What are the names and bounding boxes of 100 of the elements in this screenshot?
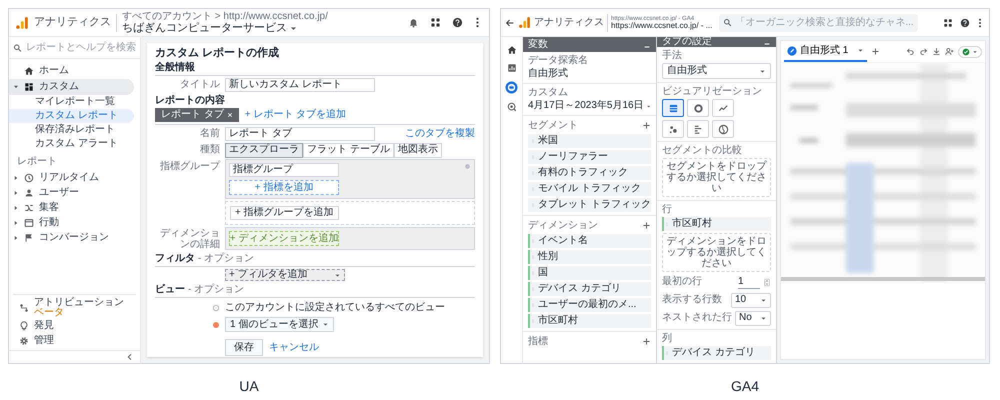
reports-icon[interactable]: [506, 63, 516, 73]
add-metric-button[interactable]: + 指標を追加: [229, 180, 339, 195]
add-tab-link[interactable]: + レポート タブを追加: [244, 110, 346, 120]
type-option[interactable]: フラット テーブル: [303, 142, 394, 158]
caret-icon: [334, 272, 341, 278]
duplicate-tab-link[interactable]: このタブを複製: [405, 129, 475, 139]
nav-item[interactable]: カスタム: [9, 79, 134, 95]
segment-chip[interactable]: タブレット トラフィック: [528, 198, 651, 212]
report-tab[interactable]: レポート タブ: [155, 108, 239, 122]
dimension-chip[interactable]: イベント名: [528, 234, 651, 248]
dimension-chip[interactable]: デバイス カテゴリ: [662, 346, 771, 360]
advertising-icon[interactable]: [506, 102, 516, 112]
close-icon[interactable]: [226, 112, 233, 118]
visualization-button[interactable]: [662, 99, 684, 117]
expand-arrow-icon[interactable]: [13, 234, 19, 240]
add-dimension-button[interactable]: + ディメンションを追加: [229, 231, 339, 246]
add-tab-icon[interactable]: [871, 47, 880, 56]
dimension-chip[interactable]: 国: [528, 266, 651, 280]
dimension-chip[interactable]: 性別: [528, 250, 651, 264]
input-field[interactable]: レポート タブ: [225, 127, 375, 141]
property-name[interactable]: https://www.ccsnet.co.jp/ - ...: [611, 22, 712, 30]
field-label: ネストされた行: [662, 313, 732, 323]
nav-item[interactable]: 行動: [9, 215, 140, 230]
back-arrow-icon[interactable]: [505, 18, 515, 28]
undo-icon[interactable]: [906, 47, 915, 56]
type-option[interactable]: エクスプローラ: [225, 142, 303, 158]
dimension-chip[interactable]: デバイス カテゴリ: [528, 282, 651, 296]
expand-arrow-icon[interactable]: [13, 190, 19, 196]
nav-subitem[interactable]: 保存済みレポート: [9, 123, 134, 137]
caret-icon: [322, 321, 330, 328]
nav-subitem[interactable]: カスタム レポート: [9, 109, 134, 123]
stepper-icon[interactable]: [763, 276, 771, 288]
nav-item[interactable]: リアルタイム: [9, 170, 140, 185]
field-label: データ探索名: [528, 55, 589, 66]
dashboard-icon: [24, 82, 34, 92]
nav-subitem[interactable]: マイレポート一覧: [9, 95, 134, 109]
rows-dropdown[interactable]: 10: [731, 292, 771, 308]
notifications-icon[interactable]: [408, 17, 419, 28]
add-metric-group-button[interactable]: + 指標グループを追加: [230, 206, 339, 220]
add-icon[interactable]: [642, 121, 651, 130]
segment-drop-zone[interactable]: セグメントをドロップするか選択してください: [662, 158, 771, 197]
segment-chip[interactable]: ノーリファラー: [528, 150, 651, 164]
share-icon[interactable]: [945, 47, 954, 56]
download-icon[interactable]: [932, 47, 941, 56]
expand-arrow-icon[interactable]: [13, 174, 19, 180]
dimension-chip[interactable]: ユーザーの最初のメ...: [528, 298, 651, 312]
save-button[interactable]: 保存: [225, 339, 263, 356]
redo-icon[interactable]: [919, 47, 928, 56]
nav-item[interactable]: 管理: [9, 333, 140, 348]
account-name[interactable]: ちばぎんコンピューターサービス: [122, 22, 287, 34]
field-label: ディメンションの詳細: [159, 228, 221, 250]
nav-item[interactable]: アトリビューション ベータ: [9, 298, 140, 318]
section-heading: セグメント: [528, 120, 578, 130]
expand-arrow-icon[interactable]: [13, 84, 19, 90]
cancel-link[interactable]: キャンセル: [269, 342, 319, 352]
expand-arrow-icon[interactable]: [13, 204, 19, 210]
segment-chip[interactable]: 有料のトラフィック: [528, 166, 651, 180]
exploration-name[interactable]: 自由形式: [528, 68, 651, 80]
expand-arrow-icon[interactable]: [13, 220, 19, 226]
analytics-logo-icon: [518, 16, 531, 29]
field-label: セグメントの比較: [662, 145, 743, 156]
nav-subitem[interactable]: カスタム アラート: [9, 137, 134, 151]
explore-icon[interactable]: [505, 81, 518, 94]
add-icon[interactable]: [642, 221, 651, 230]
technique-dropdown[interactable]: 自由形式: [662, 63, 771, 79]
caption: UA: [239, 378, 259, 394]
segment-chip[interactable]: 米国: [528, 134, 651, 148]
date-range-picker[interactable]: 4月17日～2023年5月16日: [528, 100, 651, 112]
number-field[interactable]: 1: [738, 275, 760, 289]
edit-icon: [787, 46, 797, 56]
dimension-drop-zone[interactable]: ディメンションをドロップするか選択してください: [662, 233, 771, 272]
type-option[interactable]: 地図表示: [394, 142, 442, 158]
input-field[interactable]: 指標グループ: [229, 163, 339, 177]
input-field[interactable]: 新しいカスタム レポート: [225, 78, 375, 92]
apps-icon[interactable]: [430, 17, 441, 28]
breadcrumb[interactable]: すべてのアカウント > http://www.ccsnet.co.jp/: [122, 12, 328, 22]
help-icon[interactable]: [960, 18, 970, 28]
canvas-tab[interactable]: 自由形式 1: [784, 42, 868, 62]
nav-item[interactable]: 発見: [9, 318, 140, 333]
nav-item[interactable]: ユーザー: [9, 185, 140, 200]
nav-item[interactable]: コンバージョン: [9, 230, 140, 245]
home-icon[interactable]: [506, 45, 516, 55]
nav-item[interactable]: ホーム: [9, 63, 134, 79]
radio-button[interactable]: [212, 320, 220, 328]
check-icon: [962, 48, 970, 56]
add-icon[interactable]: [642, 337, 651, 346]
nested-rows-dropdown[interactable]: No: [735, 310, 771, 326]
dimension-chip[interactable]: 市区町村: [662, 217, 771, 231]
field-label: 手法: [662, 50, 683, 61]
apps-icon[interactable]: [943, 18, 953, 28]
segment-chip[interactable]: モバイル トラフィック: [528, 182, 651, 196]
add-filter-dropdown[interactable]: + フィルタを追加: [225, 269, 345, 281]
dimension-chip[interactable]: 市区町村: [528, 314, 651, 328]
radio-button[interactable]: [212, 304, 220, 312]
help-icon[interactable]: [452, 17, 463, 28]
settings-icon: [19, 336, 29, 346]
nav-item[interactable]: 集客: [9, 200, 140, 215]
collapse-icon[interactable]: [126, 353, 134, 361]
status-menu[interactable]: [958, 46, 982, 58]
view-dropdown[interactable]: 1 個のビューを選択: [225, 317, 334, 332]
